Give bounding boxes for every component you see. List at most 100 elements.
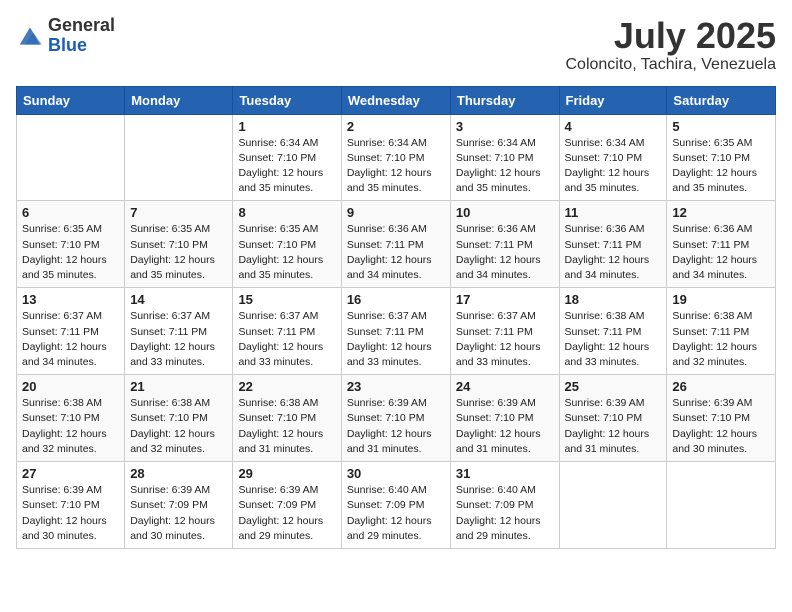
day-number: 23 bbox=[347, 379, 445, 394]
weekday-header-cell: Thursday bbox=[450, 86, 559, 114]
month-year-title: July 2025 bbox=[565, 16, 776, 56]
day-number: 12 bbox=[672, 205, 770, 220]
calendar-day-cell: 7 Sunrise: 6:35 AM Sunset: 7:10 PM Daylig… bbox=[125, 201, 233, 288]
calendar-day-cell: 20 Sunrise: 6:38 AM Sunset: 7:10 PM Dayli… bbox=[17, 375, 125, 462]
day-info: Sunrise: 6:38 AM Sunset: 7:10 PM Dayligh… bbox=[130, 396, 227, 457]
calendar-day-cell: 23Sunrise: 6:39 AM Sunset: 7:10 PM Dayli… bbox=[341, 375, 450, 462]
day-number: 24 bbox=[456, 379, 554, 394]
day-info: Sunrise: 6:39 AM Sunset: 7:09 PM Dayligh… bbox=[238, 483, 335, 544]
calendar-day-cell: 29 Sunrise: 6:39 AM Sunset: 7:09 PM Dayli… bbox=[233, 462, 341, 549]
day-info: Sunrise: 6:38 AM Sunset: 7:10 PM Dayligh… bbox=[22, 396, 119, 457]
logo-general: General bbox=[48, 16, 115, 36]
day-number: 3 bbox=[456, 119, 554, 134]
calendar-day-cell: 14 Sunrise: 6:37 AM Sunset: 7:11 PM Dayli… bbox=[125, 288, 233, 375]
calendar-day-cell: 15 Sunrise: 6:37 AM Sunset: 7:11 PM Dayli… bbox=[233, 288, 341, 375]
calendar-day-cell: 16Sunrise: 6:37 AM Sunset: 7:11 PM Dayli… bbox=[341, 288, 450, 375]
calendar-week-row: 6 Sunrise: 6:35 AM Sunset: 7:10 PM Daylig… bbox=[17, 201, 776, 288]
day-number: 21 bbox=[130, 379, 227, 394]
weekday-header-cell: Wednesday bbox=[341, 86, 450, 114]
calendar-day-cell: 19 Sunrise: 6:38 AM Sunset: 7:11 PM Dayli… bbox=[667, 288, 776, 375]
calendar-day-cell bbox=[559, 462, 667, 549]
day-info: Sunrise: 6:40 AM Sunset: 7:09 PM Dayligh… bbox=[456, 483, 554, 544]
day-info: Sunrise: 6:39 AM Sunset: 7:10 PM Dayligh… bbox=[672, 396, 770, 457]
day-number: 20 bbox=[22, 379, 119, 394]
calendar-day-cell bbox=[667, 462, 776, 549]
day-number: 30 bbox=[347, 466, 445, 481]
day-info: Sunrise: 6:38 AM Sunset: 7:11 PM Dayligh… bbox=[672, 309, 770, 370]
day-number: 6 bbox=[22, 205, 119, 220]
calendar-day-cell: 21 Sunrise: 6:38 AM Sunset: 7:10 PM Dayli… bbox=[125, 375, 233, 462]
day-info: Sunrise: 6:35 AM Sunset: 7:10 PM Dayligh… bbox=[238, 222, 335, 283]
day-number: 28 bbox=[130, 466, 227, 481]
calendar-table: SundayMondayTuesdayWednesdayThursdayFrid… bbox=[16, 86, 776, 549]
calendar-week-row: 13 Sunrise: 6:37 AM Sunset: 7:11 PM Dayli… bbox=[17, 288, 776, 375]
day-info: Sunrise: 6:34 AM Sunset: 7:10 PM Dayligh… bbox=[565, 136, 662, 197]
day-number: 18 bbox=[565, 292, 662, 307]
day-number: 10 bbox=[456, 205, 554, 220]
day-info: Sunrise: 6:40 AM Sunset: 7:09 PM Dayligh… bbox=[347, 483, 445, 544]
calendar-day-cell bbox=[17, 114, 125, 201]
day-info: Sunrise: 6:36 AM Sunset: 7:11 PM Dayligh… bbox=[672, 222, 770, 283]
day-info: Sunrise: 6:35 AM Sunset: 7:10 PM Dayligh… bbox=[22, 222, 119, 283]
calendar-week-row: 1 Sunrise: 6:34 AM Sunset: 7:10 PM Daylig… bbox=[17, 114, 776, 201]
day-number: 1 bbox=[238, 119, 335, 134]
calendar-day-cell: 6 Sunrise: 6:35 AM Sunset: 7:10 PM Daylig… bbox=[17, 201, 125, 288]
day-number: 15 bbox=[238, 292, 335, 307]
day-info: Sunrise: 6:38 AM Sunset: 7:11 PM Dayligh… bbox=[565, 309, 662, 370]
logo-icon bbox=[16, 24, 44, 48]
day-info: Sunrise: 6:37 AM Sunset: 7:11 PM Dayligh… bbox=[238, 309, 335, 370]
day-info: Sunrise: 6:36 AM Sunset: 7:11 PM Dayligh… bbox=[456, 222, 554, 283]
day-info: Sunrise: 6:35 AM Sunset: 7:10 PM Dayligh… bbox=[672, 136, 770, 197]
calendar-day-cell: 30 Sunrise: 6:40 AM Sunset: 7:09 PM Dayli… bbox=[341, 462, 450, 549]
calendar-day-cell: 13 Sunrise: 6:37 AM Sunset: 7:11 PM Dayli… bbox=[17, 288, 125, 375]
weekday-header-cell: Sunday bbox=[17, 86, 125, 114]
weekday-header-cell: Saturday bbox=[667, 86, 776, 114]
day-info: Sunrise: 6:37 AM Sunset: 7:11 PM Dayligh… bbox=[22, 309, 119, 370]
location-title: Coloncito, Tachira, Venezuela bbox=[565, 56, 776, 74]
calendar-body: 1 Sunrise: 6:34 AM Sunset: 7:10 PM Daylig… bbox=[17, 114, 776, 548]
calendar-day-cell: 12 Sunrise: 6:36 AM Sunset: 7:11 PM Dayli… bbox=[667, 201, 776, 288]
day-number: 29 bbox=[238, 466, 335, 481]
day-info: Sunrise: 6:39 AM Sunset: 7:10 PM Dayligh… bbox=[565, 396, 662, 457]
calendar-day-cell: 4 Sunrise: 6:34 AM Sunset: 7:10 PM Daylig… bbox=[559, 114, 667, 201]
weekday-header-cell: Friday bbox=[559, 86, 667, 114]
logo-blue: Blue bbox=[48, 36, 115, 56]
day-info: Sunrise: 6:39 AM Sunset: 7:10 PM Dayligh… bbox=[22, 483, 119, 544]
calendar-day-cell: 17Sunrise: 6:37 AM Sunset: 7:11 PM Dayli… bbox=[450, 288, 559, 375]
calendar-week-row: 20 Sunrise: 6:38 AM Sunset: 7:10 PM Dayli… bbox=[17, 375, 776, 462]
day-number: 31 bbox=[456, 466, 554, 481]
day-info: Sunrise: 6:37 AM Sunset: 7:11 PM Dayligh… bbox=[456, 309, 554, 370]
title-area: July 2025 Coloncito, Tachira, Venezuela bbox=[565, 16, 776, 74]
day-number: 19 bbox=[672, 292, 770, 307]
day-info: Sunrise: 6:36 AM Sunset: 7:11 PM Dayligh… bbox=[347, 222, 445, 283]
day-info: Sunrise: 6:39 AM Sunset: 7:10 PM Dayligh… bbox=[456, 396, 554, 457]
weekday-header-row: SundayMondayTuesdayWednesdayThursdayFrid… bbox=[17, 86, 776, 114]
weekday-header-cell: Monday bbox=[125, 86, 233, 114]
day-info: Sunrise: 6:36 AM Sunset: 7:11 PM Dayligh… bbox=[565, 222, 662, 283]
day-info: Sunrise: 6:37 AM Sunset: 7:11 PM Dayligh… bbox=[130, 309, 227, 370]
day-number: 14 bbox=[130, 292, 227, 307]
day-info: Sunrise: 6:34 AM Sunset: 7:10 PM Dayligh… bbox=[347, 136, 445, 197]
calendar-day-cell: 2Sunrise: 6:34 AM Sunset: 7:10 PM Daylig… bbox=[341, 114, 450, 201]
calendar-day-cell: 8 Sunrise: 6:35 AM Sunset: 7:10 PM Daylig… bbox=[233, 201, 341, 288]
day-number: 11 bbox=[565, 205, 662, 220]
day-number: 16 bbox=[347, 292, 445, 307]
calendar-day-cell: 31 Sunrise: 6:40 AM Sunset: 7:09 PM Dayli… bbox=[450, 462, 559, 549]
day-info: Sunrise: 6:35 AM Sunset: 7:10 PM Dayligh… bbox=[130, 222, 227, 283]
weekday-header-cell: Tuesday bbox=[233, 86, 341, 114]
day-number: 7 bbox=[130, 205, 227, 220]
day-number: 8 bbox=[238, 205, 335, 220]
day-info: Sunrise: 6:34 AM Sunset: 7:10 PM Dayligh… bbox=[456, 136, 554, 197]
calendar-day-cell: 27Sunrise: 6:39 AM Sunset: 7:10 PM Dayli… bbox=[17, 462, 125, 549]
day-number: 13 bbox=[22, 292, 119, 307]
day-info: Sunrise: 6:34 AM Sunset: 7:10 PM Dayligh… bbox=[238, 136, 335, 197]
calendar-day-cell: 5 Sunrise: 6:35 AM Sunset: 7:10 PM Daylig… bbox=[667, 114, 776, 201]
calendar-day-cell: 28Sunrise: 6:39 AM Sunset: 7:09 PM Dayli… bbox=[125, 462, 233, 549]
calendar-day-cell: 11 Sunrise: 6:36 AM Sunset: 7:11 PM Dayli… bbox=[559, 201, 667, 288]
day-number: 5 bbox=[672, 119, 770, 134]
logo: General Blue bbox=[16, 16, 115, 56]
day-number: 26 bbox=[672, 379, 770, 394]
day-number: 4 bbox=[565, 119, 662, 134]
calendar-day-cell: 9Sunrise: 6:36 AM Sunset: 7:11 PM Daylig… bbox=[341, 201, 450, 288]
day-info: Sunrise: 6:38 AM Sunset: 7:10 PM Dayligh… bbox=[238, 396, 335, 457]
